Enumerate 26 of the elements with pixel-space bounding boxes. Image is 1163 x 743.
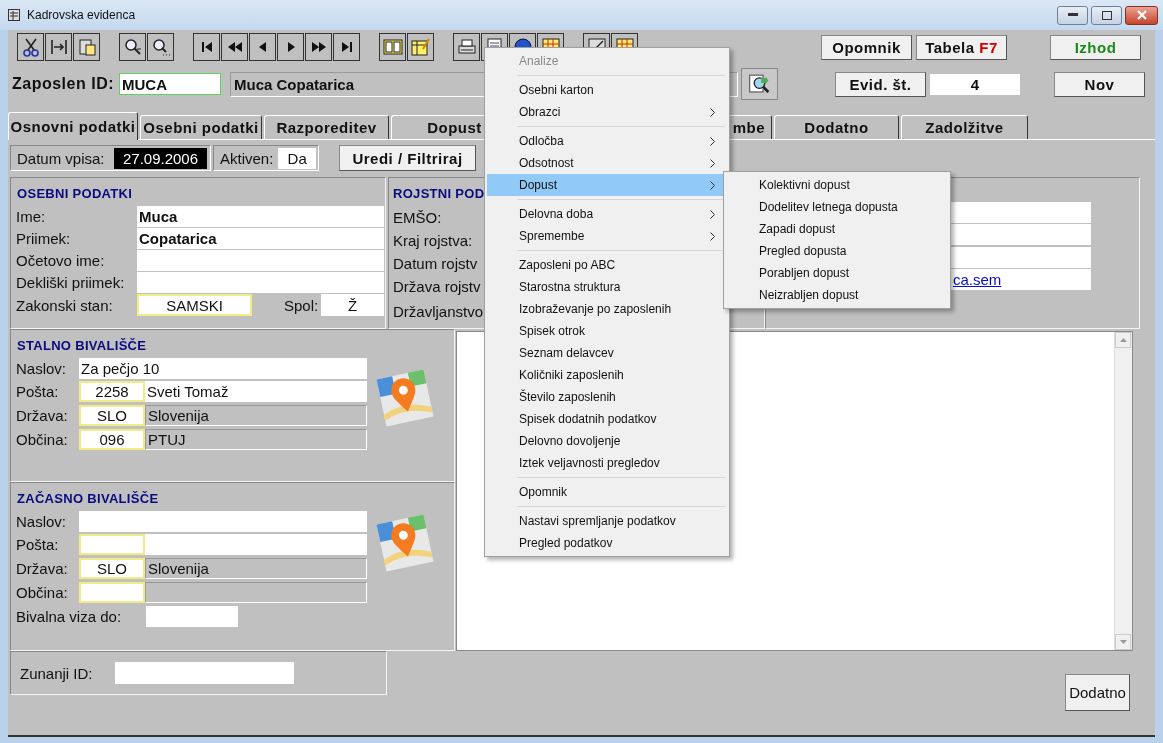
- field-label: Dekliški priimek:: [16, 274, 126, 291]
- field-label: Naslov:: [16, 513, 68, 530]
- field-label: Zakonski stan:: [16, 296, 114, 314]
- field-label: EMŠO:: [393, 208, 442, 226]
- field-label: Datum rojstv: [393, 254, 478, 272]
- field-label: Državljanstvo: [393, 302, 484, 320]
- employee-id-label: Zaposlen ID:: [12, 75, 114, 93]
- field-label: Država rojstv: [393, 277, 481, 295]
- section-title: ZAČASNO BIVALIŠČE: [17, 491, 160, 506]
- field-label: Bivalna viza do:: [16, 608, 123, 625]
- field-label: Občina:: [16, 584, 69, 601]
- field-label: Zunanji ID:: [20, 664, 94, 682]
- field-label: Država:: [16, 560, 69, 577]
- section-title: STALNO BIVALIŠČE: [17, 338, 148, 353]
- section-title: OSEBNI PODATKI: [17, 186, 134, 201]
- field-label: Spol:: [284, 296, 320, 314]
- field-label: Ime:: [16, 208, 47, 225]
- field-label: Pošta:: [16, 383, 60, 400]
- field-label: Kraj rojstva:: [393, 231, 473, 249]
- field-label: Priimek:: [16, 230, 72, 247]
- field-label: Očetovo ime:: [16, 252, 106, 269]
- window-title: Kadrovska evidenca: [27, 8, 136, 22]
- field-label: Država:: [16, 407, 69, 424]
- field-label: Naslov:: [16, 360, 68, 377]
- field-label: Občina:: [16, 431, 69, 448]
- field-label: Pošta:: [16, 536, 60, 553]
